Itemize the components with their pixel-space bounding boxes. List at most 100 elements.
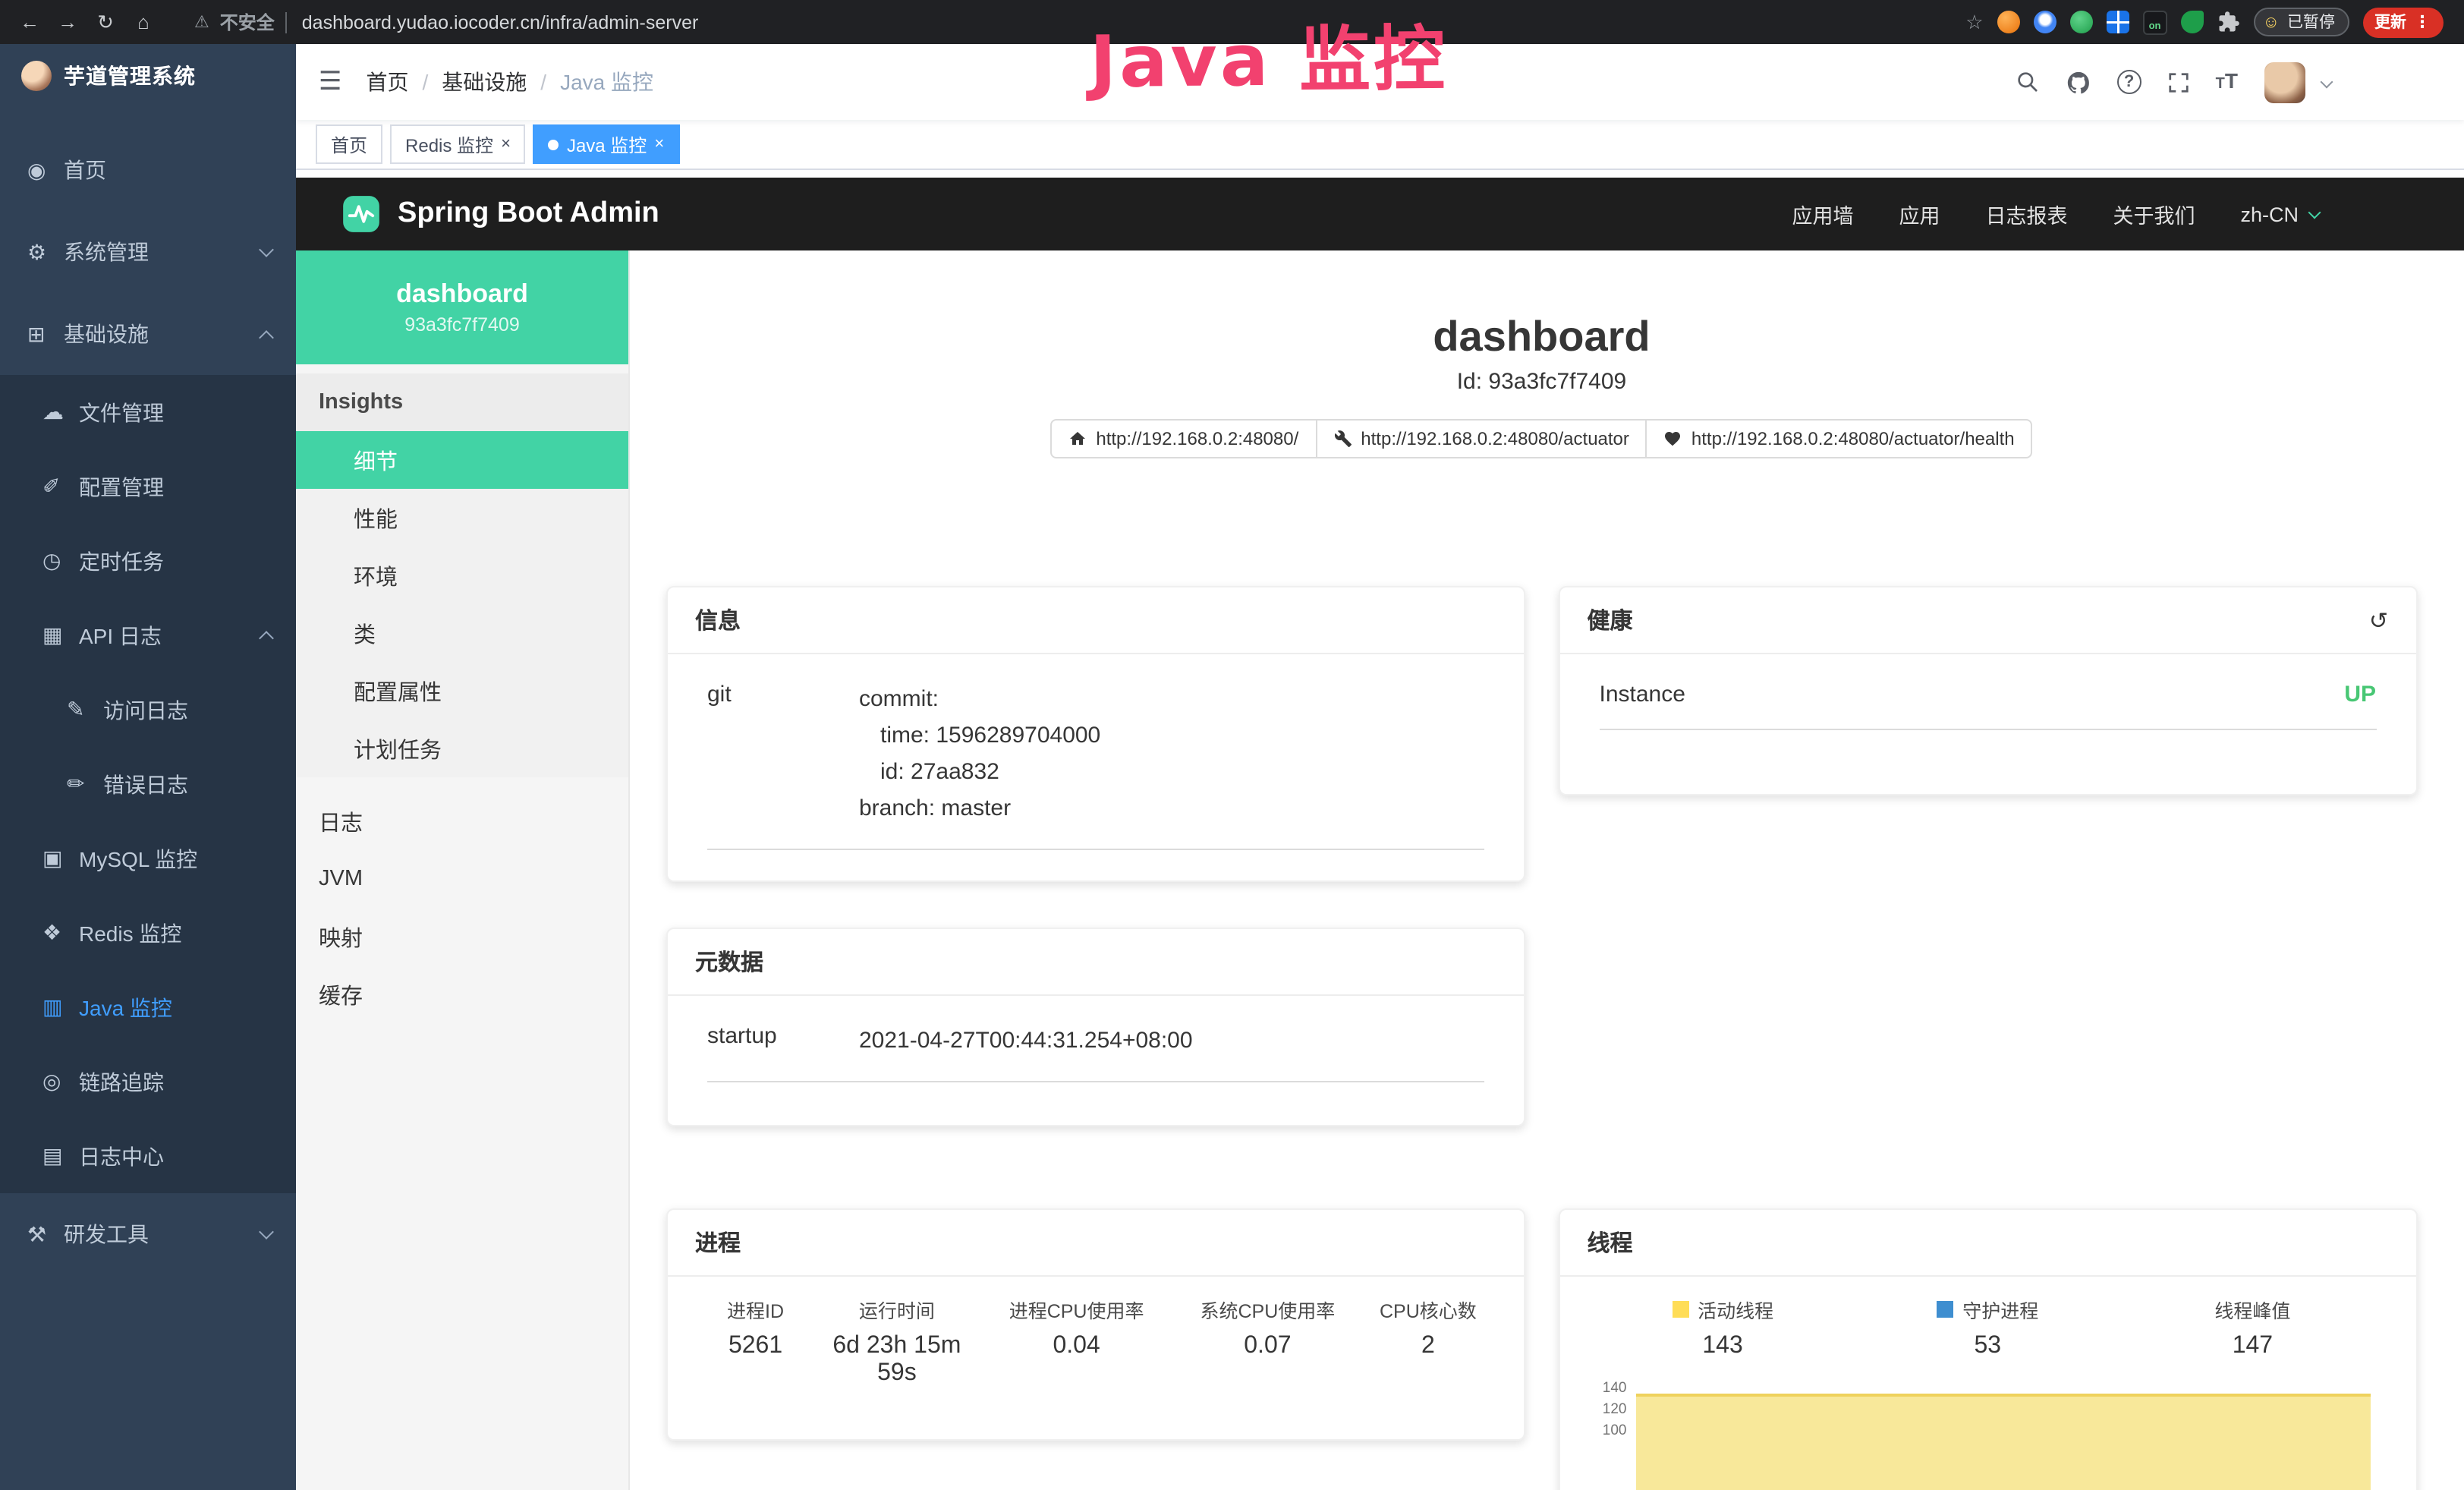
sba-nav-wallboard[interactable]: 应用墙: [1792, 199, 1853, 229]
sidebar-item-home[interactable]: ◉ 首页: [0, 129, 296, 211]
timer-icon: ◷: [42, 548, 79, 574]
actuator-url-button[interactable]: http://192.168.0.2:48080/actuator: [1315, 419, 1647, 458]
threads-legend-label: 活动线程: [1698, 1295, 1773, 1324]
y-tick: 140: [1603, 1378, 1627, 1400]
extension-leaf-icon[interactable]: [2181, 11, 2204, 33]
sba-section-insights: Insights: [296, 373, 628, 431]
sba-item-scheduled-tasks[interactable]: 计划任务: [296, 720, 628, 777]
sidebar-toggle-icon[interactable]: ☰: [319, 67, 342, 97]
sba-locale-value: zh-CN: [2240, 203, 2299, 225]
sidebar-item-trace[interactable]: ◎ 链路追踪: [0, 1044, 296, 1119]
app-logo[interactable]: 芋道管理系统: [0, 50, 296, 102]
sidebar-item-java-monitor[interactable]: ▥ Java 监控: [0, 970, 296, 1044]
browser-profile-chip[interactable]: ☺ 已暂停: [2254, 8, 2349, 36]
security-warning-icon: ⚠: [194, 12, 209, 32]
browser-back-icon[interactable]: ←: [15, 11, 44, 33]
threads-legend-label: 守护进程: [1962, 1295, 2038, 1324]
extension-fox-icon[interactable]: [1997, 11, 2020, 33]
infrastructure-icon: ⊞: [27, 321, 64, 347]
help-icon[interactable]: ?: [2117, 70, 2141, 94]
extension-on-badge-icon[interactable]: on: [2143, 10, 2167, 34]
github-icon[interactable]: [2066, 69, 2091, 95]
breadcrumb-separator: /: [423, 70, 429, 94]
threads-legend-value: 53: [1855, 1333, 2120, 1360]
sba-body: dashboard 93a3fc7f7409 Insights 细节 性能 环境…: [296, 250, 2464, 1490]
breadcrumb: 首页 / 基础设施 / Java 监控: [367, 67, 654, 97]
sidebar-item-config-management[interactable]: ✐ 配置管理: [0, 449, 296, 524]
sba-item-environment[interactable]: 环境: [296, 547, 628, 604]
bookmark-star-icon[interactable]: ☆: [1965, 10, 1983, 34]
sba-nav-about[interactable]: 关于我们: [2113, 199, 2195, 229]
sba-nav-journal[interactable]: 日志报表: [1985, 199, 2067, 229]
process-col-pid: 进程ID 5261: [698, 1295, 813, 1388]
tab-java-monitor[interactable]: Java 监控 ×: [533, 124, 679, 164]
fullscreen-icon[interactable]: [2167, 71, 2190, 93]
sidebar-item-system[interactable]: ⚙ 系统管理: [0, 211, 296, 293]
sidebar-item-api-log[interactable]: ▦ API 日志: [0, 598, 296, 673]
health-url-label: http://192.168.0.2:48080/actuator/health: [1691, 428, 2015, 449]
history-icon[interactable]: ↺: [2369, 606, 2388, 634]
tab-home[interactable]: 首页: [316, 124, 382, 164]
sba-item-caches[interactable]: 缓存: [296, 966, 628, 1023]
extension-green-icon[interactable]: [2070, 11, 2093, 33]
redis-icon: ❖: [42, 920, 79, 946]
sba-item-jvm[interactable]: JVM: [296, 850, 628, 908]
breadcrumb-infrastructure[interactable]: 基础设施: [442, 67, 527, 97]
address-bar[interactable]: ⚠ 不安全 dashboard.yudao.iocoder.cn/infra/a…: [158, 9, 1965, 35]
sba-item-config-props[interactable]: 配置属性: [296, 662, 628, 720]
sidebar-item-error-log[interactable]: ✏ 错误日志: [0, 747, 296, 821]
avatar-caret-icon[interactable]: [2320, 76, 2333, 89]
browser-update-button[interactable]: 更新 ⋮: [2362, 7, 2443, 37]
profile-paused-label: 已暂停: [2287, 11, 2335, 33]
app-sidebar: 芋道管理系统 ◉ 首页 ⚙ 系统管理 ⊞ 基础设施: [0, 44, 296, 1490]
url-text[interactable]: dashboard.yudao.iocoder.cn/infra/admin-s…: [285, 11, 699, 33]
metadata-value: 2021-04-27T00:44:31.254+08:00: [859, 1023, 1193, 1060]
health-url-button[interactable]: http://192.168.0.2:48080/actuator/health: [1646, 419, 2033, 458]
browser-menu-icon[interactable]: ⋮: [2414, 12, 2431, 32]
browser-forward-icon[interactable]: →: [53, 11, 82, 33]
sba-item-classes[interactable]: 类: [296, 604, 628, 662]
process-col-process-cpu: 进程CPU使用率 0.04: [981, 1295, 1172, 1388]
extensions-puzzle-icon[interactable]: [2217, 11, 2240, 33]
process-col-system-cpu: 系统CPU使用率 0.07: [1172, 1295, 1364, 1388]
tab-label: Redis 监控: [405, 131, 493, 157]
app-shell: 芋道管理系统 ◉ 首页 ⚙ 系统管理 ⊞ 基础设施: [0, 44, 2464, 1490]
sidebar-item-devtools[interactable]: ⚒ 研发工具: [0, 1193, 296, 1275]
sidebar-item-log-center[interactable]: ▤ 日志中心: [0, 1119, 296, 1193]
process-col-label: 进程ID: [698, 1295, 813, 1324]
font-size-icon[interactable]: TT: [2216, 68, 2238, 96]
sidebar-item-file-management[interactable]: ☁ 文件管理: [0, 375, 296, 449]
tab-redis-monitor[interactable]: Redis 监控 ×: [390, 124, 526, 164]
browser-refresh-icon[interactable]: ↻: [91, 10, 120, 34]
tab-close-icon[interactable]: ×: [654, 136, 664, 153]
sba-item-mappings[interactable]: 映射: [296, 908, 628, 966]
sidebar-item-infrastructure[interactable]: ⊞ 基础设施: [0, 293, 296, 375]
sidebar-item-scheduled-jobs[interactable]: ◷ 定时任务: [0, 524, 296, 598]
sba-item-details[interactable]: 细节: [296, 431, 628, 489]
sba-instance-block[interactable]: dashboard 93a3fc7f7409: [296, 250, 628, 364]
sba-nav-applications[interactable]: 应用: [1899, 199, 1940, 229]
sidebar-item-mysql-monitor[interactable]: ▣ MySQL 监控: [0, 821, 296, 896]
breadcrumb-home[interactable]: 首页: [367, 67, 409, 97]
sba-instance-name: dashboard: [396, 279, 528, 310]
sidebar-item-redis-monitor[interactable]: ❖ Redis 监控: [0, 896, 296, 970]
profile-smiley-icon: ☺: [2263, 13, 2280, 31]
instance-url-button[interactable]: http://192.168.0.2:48080/: [1050, 419, 1317, 458]
sba-brand[interactable]: Spring Boot Admin: [398, 197, 659, 231]
breadcrumb-current: Java 监控: [560, 67, 653, 97]
metadata-card-title: 元数据: [695, 946, 763, 978]
process-col-value: 0.07: [1172, 1333, 1364, 1360]
extension-drop-icon[interactable]: [2034, 11, 2056, 33]
sba-item-metrics[interactable]: 性能: [296, 489, 628, 547]
health-row-instance: Instance UP: [1600, 657, 2377, 730]
security-warning-label[interactable]: 不安全: [220, 9, 275, 35]
extension-grid-icon[interactable]: [2107, 11, 2129, 33]
sidebar-item-access-log[interactable]: ✎ 访问日志: [0, 673, 296, 747]
sidebar-item-label: 系统管理: [64, 237, 149, 267]
browser-home-icon[interactable]: ⌂: [129, 11, 158, 33]
user-avatar[interactable]: [2264, 61, 2305, 102]
search-icon[interactable]: [2016, 70, 2040, 94]
tab-close-icon[interactable]: ×: [501, 136, 511, 153]
sba-item-logs[interactable]: 日志: [296, 792, 628, 850]
sba-locale-select[interactable]: zh-CN: [2240, 203, 2318, 225]
